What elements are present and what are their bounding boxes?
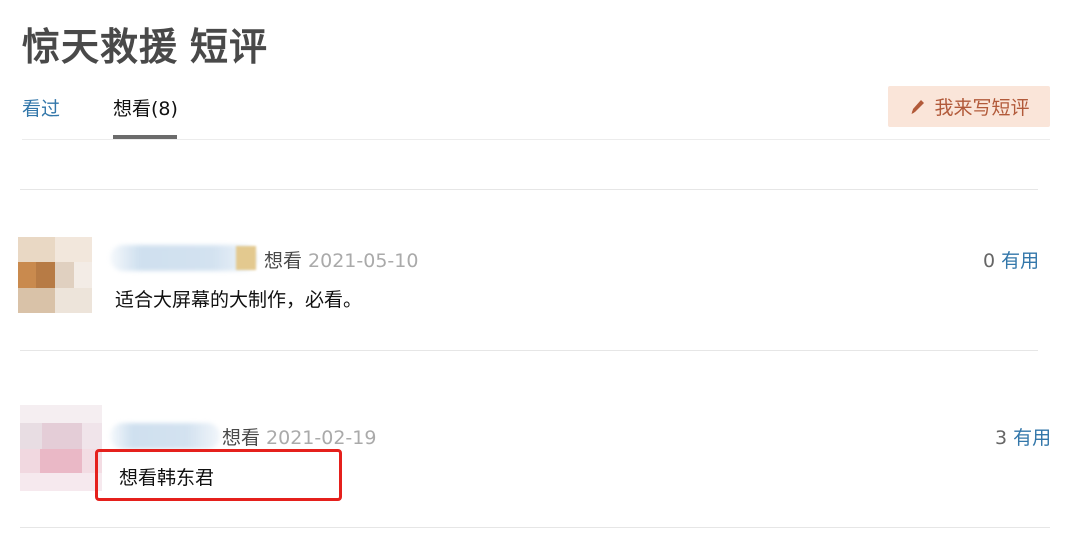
username-blurred[interactable]	[110, 423, 220, 449]
write-review-label: 我来写短评	[934, 97, 1030, 119]
comment-date: 2021-02-19	[266, 427, 377, 449]
list-divider	[20, 350, 1038, 351]
avatar[interactable]	[20, 405, 102, 491]
tab-want-to-see[interactable]: 想看(8)	[113, 94, 178, 121]
page-title: 惊天救援 短评	[22, 16, 268, 71]
comment-status: 想看	[264, 250, 303, 272]
useful-button[interactable]: 有用	[1001, 250, 1039, 272]
tabs-divider	[22, 139, 1050, 140]
movie-title: 惊天救援	[22, 25, 179, 69]
comment-date: 2021-05-10	[308, 250, 419, 272]
write-review-button[interactable]: 我来写短评	[888, 86, 1050, 127]
comment-text: 适合大屏幕的大制作，必看。	[115, 289, 363, 311]
avatar[interactable]	[18, 237, 92, 313]
useful-vote: 0 有用	[983, 246, 1039, 273]
user-badge	[236, 246, 256, 270]
highlight-annotation	[95, 449, 342, 501]
comment-status: 想看	[222, 427, 261, 449]
useful-count: 3	[995, 427, 1008, 449]
useful-vote: 3 有用	[995, 423, 1051, 450]
pencil-icon	[908, 97, 928, 117]
tab-seen[interactable]: 看过	[22, 94, 60, 121]
list-divider	[20, 527, 1050, 528]
comment-meta: 想看 2021-02-19	[222, 423, 376, 450]
useful-button[interactable]: 有用	[1013, 427, 1051, 449]
useful-count: 0	[983, 250, 996, 272]
section-title: 短评	[190, 25, 269, 69]
list-divider	[20, 189, 1038, 190]
comment-meta: 想看 2021-05-10	[264, 246, 418, 273]
